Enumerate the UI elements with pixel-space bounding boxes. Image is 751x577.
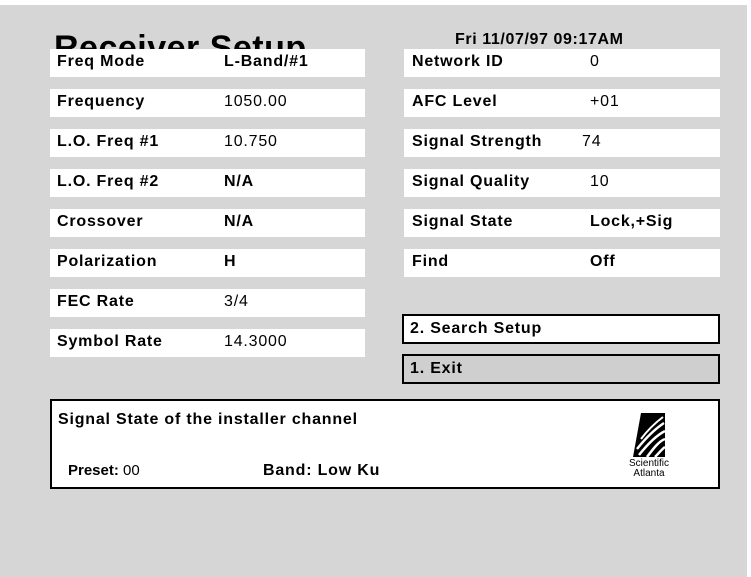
exit-label: 1. Exit	[410, 360, 463, 377]
exit-button[interactable]: 1. Exit	[402, 354, 720, 384]
lo-freq-1-field[interactable]: L.O. Freq #1 10.750	[50, 129, 365, 157]
preset-value: 00	[123, 462, 140, 479]
frequency-field[interactable]: Frequency 1050.00	[50, 89, 365, 117]
network-id-field[interactable]: Network ID 0	[404, 49, 720, 77]
date-time-display: Fri 11/07/97 09:17AM	[455, 31, 624, 48]
field-value: 10	[590, 173, 610, 190]
band-display: Band: Low Ku	[263, 462, 381, 479]
logo-line-2: Atlanta	[633, 468, 665, 479]
preset-display: Preset: 00	[68, 462, 140, 479]
field-label: Freq Mode	[57, 53, 146, 70]
field-label: Crossover	[57, 213, 144, 230]
find-field[interactable]: Find Off	[404, 249, 720, 277]
search-setup-button[interactable]: 2. Search Setup	[402, 314, 720, 344]
field-label: L.O. Freq #1	[57, 133, 160, 150]
receiver-setup-screen: Receiver Setup Fri 11/07/97 09:17AM Freq…	[0, 5, 747, 577]
field-value: L-Band/#1	[224, 53, 309, 70]
field-label: Find	[412, 253, 449, 270]
field-label: Signal State	[412, 213, 514, 230]
polarization-field[interactable]: Polarization H	[50, 249, 365, 277]
symbol-rate-field[interactable]: Symbol Rate 14.3000	[50, 329, 365, 357]
field-label: AFC Level	[412, 93, 498, 110]
status-info-panel: Signal State of the installer channel Pr…	[50, 399, 720, 489]
field-value: N/A	[224, 213, 254, 230]
globe-icon	[633, 413, 666, 458]
afc-level-field[interactable]: AFC Level +01	[404, 89, 720, 117]
field-label: Signal Quality	[412, 173, 530, 190]
field-value: 10.750	[224, 133, 278, 150]
help-message: Signal State of the installer channel	[58, 411, 358, 428]
field-label: Frequency	[57, 93, 146, 110]
logo-text: Scientific Atlanta	[619, 459, 679, 479]
scientific-atlanta-logo: Scientific Atlanta	[619, 407, 679, 485]
field-value: N/A	[224, 173, 254, 190]
freq-mode-field[interactable]: Freq Mode L-Band/#1	[50, 49, 365, 77]
field-label: FEC Rate	[57, 293, 135, 310]
lo-freq-2-field[interactable]: L.O. Freq #2 N/A	[50, 169, 365, 197]
field-label: Polarization	[57, 253, 158, 270]
crossover-field[interactable]: Crossover N/A	[50, 209, 365, 237]
signal-strength-field[interactable]: Signal Strength 74	[404, 129, 720, 157]
field-value: 3/4	[224, 293, 249, 310]
field-value: 0	[590, 53, 600, 70]
fec-rate-field[interactable]: FEC Rate 3/4	[50, 289, 365, 317]
field-value: 1050.00	[224, 93, 288, 110]
field-value: 74	[582, 133, 602, 150]
field-value: Off	[590, 253, 616, 270]
signal-quality-field[interactable]: Signal Quality 10	[404, 169, 720, 197]
field-value: 14.3000	[224, 333, 288, 350]
preset-label: Preset:	[68, 462, 119, 479]
search-setup-label: 2. Search Setup	[410, 320, 543, 337]
field-label: Network ID	[412, 53, 504, 70]
field-label: Symbol Rate	[57, 333, 163, 350]
signal-state-field[interactable]: Signal State Lock,+Sig	[404, 209, 720, 237]
field-value: +01	[590, 93, 620, 110]
field-value: Lock,+Sig	[590, 213, 674, 230]
field-label: Signal Strength	[412, 133, 543, 150]
field-label: L.O. Freq #2	[57, 173, 160, 190]
field-value: H	[224, 253, 237, 270]
